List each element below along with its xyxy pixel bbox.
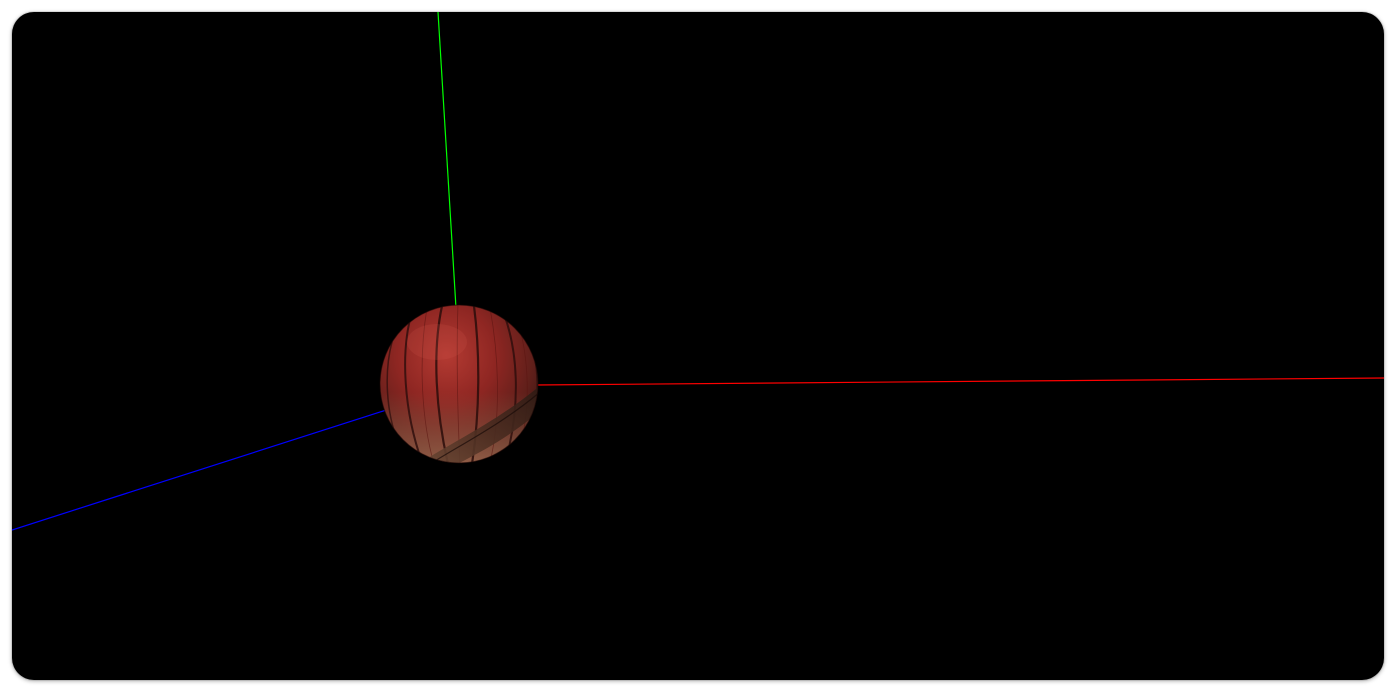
app-window: [12, 12, 1384, 680]
x-axis-line: [534, 377, 1384, 386]
textured-sphere[interactable]: [379, 304, 544, 474]
y-axis-line: [437, 12, 457, 309]
z-axis-line: [12, 395, 431, 531]
3d-viewport[interactable]: [12, 12, 1384, 680]
